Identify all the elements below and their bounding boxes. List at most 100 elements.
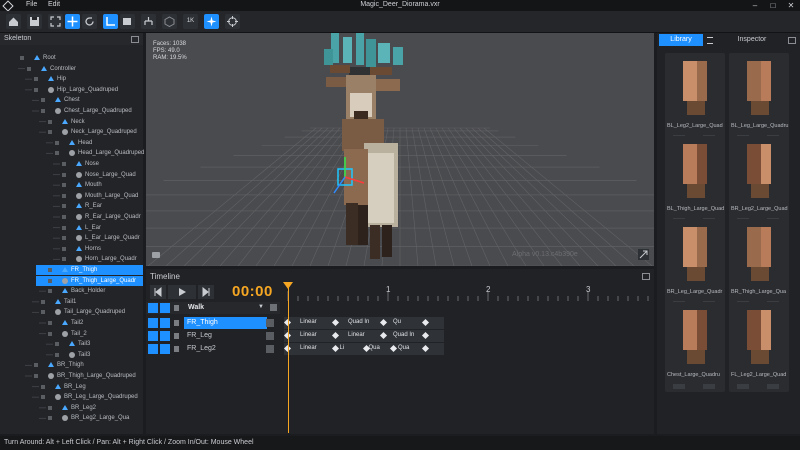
key-icon[interactable] bbox=[160, 318, 170, 328]
lock-icon[interactable] bbox=[174, 346, 179, 352]
camera-icon[interactable] bbox=[152, 252, 160, 258]
add-icon[interactable] bbox=[673, 384, 685, 389]
skip-end-button[interactable] bbox=[198, 285, 214, 299]
animation-dropdown-icon[interactable]: ▼ bbox=[258, 304, 264, 310]
library-item[interactable]: BL_Leg2_Large_Quad bbox=[665, 53, 725, 143]
lock-icon[interactable] bbox=[174, 320, 179, 326]
eye-icon[interactable] bbox=[148, 331, 158, 341]
lock-icon[interactable] bbox=[174, 305, 179, 311]
visibility-icon[interactable] bbox=[48, 130, 52, 135]
track-checkbox[interactable] bbox=[266, 345, 274, 353]
keyframe-icon[interactable] bbox=[421, 331, 430, 340]
skeleton-mesh-item[interactable]: BR_Thigh_Large_Quadruped bbox=[0, 371, 143, 381]
track-lane[interactable]: Linear Linear Quad In bbox=[283, 330, 444, 342]
expand-toggle-icon[interactable] bbox=[55, 140, 59, 145]
pivot-button[interactable] bbox=[204, 14, 219, 29]
library-item[interactable]: FL_Leg2_Large_Quad bbox=[729, 302, 789, 392]
track-checkbox[interactable] bbox=[266, 319, 274, 327]
rotate-tool-button[interactable] bbox=[82, 14, 97, 29]
time-ruler[interactable]: 1 2 3 bbox=[284, 281, 654, 301]
skeleton-mesh-item[interactable]: BR_Leg_Large_Quadruped bbox=[0, 392, 143, 402]
skeleton-bone-item[interactable]: BR_Leg2 bbox=[0, 403, 143, 413]
skeleton-bone-item[interactable]: Root bbox=[0, 53, 143, 63]
tab-inspector[interactable]: Inspector bbox=[719, 34, 785, 46]
timeline-undock-icon[interactable] bbox=[642, 273, 650, 280]
skeleton-mesh-item[interactable]: Head_Large_Quadruped bbox=[0, 148, 144, 158]
expand-toggle-icon[interactable] bbox=[20, 56, 24, 60]
visibility-icon[interactable] bbox=[62, 215, 66, 219]
animation-row[interactable]: Walk ▼ bbox=[146, 302, 280, 314]
eye-icon[interactable] bbox=[148, 303, 158, 313]
track-row[interactable]: FR_Thigh Linear Quad In Qu bbox=[146, 317, 654, 329]
expand-toggle-icon[interactable] bbox=[41, 98, 45, 103]
skeleton-bone-item[interactable]: Controller bbox=[0, 64, 143, 74]
library-item[interactable]: BR_Leg2_Large_Quad bbox=[729, 136, 789, 226]
close-button[interactable]: ✕ bbox=[782, 0, 800, 11]
skeleton-mesh-item[interactable]: BR_Leg2_Large_Qua bbox=[0, 413, 143, 423]
skeleton-bone-item[interactable]: Chest bbox=[0, 95, 143, 105]
expand-toggle-icon[interactable] bbox=[48, 268, 52, 272]
delete-icon[interactable] bbox=[767, 384, 779, 389]
skeleton-bone-item[interactable]: Mouth bbox=[0, 180, 143, 190]
lock-icon[interactable] bbox=[174, 333, 179, 339]
minimize-button[interactable]: – bbox=[746, 0, 764, 11]
skeleton-bone-item[interactable]: R_Ear bbox=[0, 201, 143, 211]
eye-icon[interactable] bbox=[148, 344, 158, 354]
bone-mode-button[interactable] bbox=[103, 14, 118, 29]
skeleton-bone-item[interactable]: Neck bbox=[0, 117, 143, 127]
visibility-icon[interactable] bbox=[62, 172, 66, 177]
skeleton-bone-item[interactable]: Hip bbox=[0, 74, 143, 84]
visibility-icon[interactable] bbox=[41, 109, 45, 113]
skeleton-bone-item[interactable]: L_Ear bbox=[0, 223, 143, 233]
skeleton-mesh-item[interactable]: Tail_Large_Quadruped bbox=[0, 307, 143, 317]
expand-toggle-icon[interactable] bbox=[34, 363, 38, 368]
hierarchy-button[interactable] bbox=[141, 14, 156, 29]
expand-toggle-icon[interactable] bbox=[62, 246, 66, 251]
skeleton-bone-item[interactable]: Nose bbox=[0, 159, 143, 169]
skeleton-mesh-item[interactable]: Mouth_Large_Quad bbox=[0, 191, 143, 201]
track-row[interactable]: FR_Leg2 Linear Li Qua Qua bbox=[146, 343, 654, 355]
tab-library[interactable]: Library bbox=[659, 34, 703, 46]
expand-toggle-icon[interactable] bbox=[41, 299, 45, 304]
play-button[interactable] bbox=[168, 285, 196, 299]
visibility-icon[interactable] bbox=[48, 416, 52, 421]
key-icon[interactable] bbox=[160, 344, 170, 354]
skeleton-mesh-item[interactable]: Tail_2 bbox=[0, 329, 143, 339]
fit-view-button[interactable] bbox=[48, 14, 63, 29]
library-item[interactable]: BR_Thigh_Large_Qua bbox=[729, 219, 789, 309]
library-undock-icon[interactable] bbox=[788, 37, 796, 44]
expand-toggle-icon[interactable] bbox=[55, 342, 59, 347]
keyframe-icon[interactable] bbox=[421, 344, 430, 353]
list-view-icon[interactable] bbox=[707, 37, 713, 44]
viewport-fullscreen-button[interactable] bbox=[638, 249, 649, 260]
playhead[interactable] bbox=[288, 283, 289, 433]
skeleton-undock-icon[interactable] bbox=[131, 36, 139, 43]
track-lane[interactable]: Linear Li Qua Qua bbox=[283, 343, 444, 355]
skeleton-bone-item[interactable]: Tail3 bbox=[0, 339, 143, 349]
keyframe-icon[interactable] bbox=[379, 318, 388, 327]
expand-toggle-icon[interactable] bbox=[62, 162, 66, 166]
expand-toggle-icon[interactable] bbox=[27, 66, 31, 71]
skeleton-bone-item[interactable]: BR_Thigh bbox=[0, 360, 143, 370]
expand-toggle-icon[interactable] bbox=[48, 289, 52, 294]
cube-button[interactable] bbox=[162, 14, 177, 29]
visibility-icon[interactable] bbox=[62, 193, 66, 198]
playhead-handle-icon[interactable] bbox=[283, 282, 294, 290]
expand-toggle-icon[interactable] bbox=[34, 77, 38, 82]
add-icon[interactable] bbox=[737, 384, 749, 389]
skeleton-mesh-item[interactable]: FR_Thigh_Large_Quadr bbox=[36, 275, 143, 286]
visibility-icon[interactable] bbox=[62, 236, 66, 241]
keyframe-icon[interactable] bbox=[389, 344, 398, 353]
expand-toggle-icon[interactable] bbox=[48, 119, 52, 124]
skeleton-mesh-item[interactable]: L_Ear_Large_Quadr bbox=[0, 233, 143, 243]
skeleton-bone-item[interactable]: BR_Leg bbox=[0, 382, 143, 392]
skeleton-mesh-item[interactable]: Tail3 bbox=[0, 350, 143, 360]
keyframe-icon[interactable] bbox=[331, 344, 340, 353]
library-item[interactable]: BL_Leg_Large_Quadru bbox=[729, 53, 789, 143]
library-item[interactable]: Chest_Large_Quadru bbox=[665, 302, 725, 392]
track-checkbox[interactable] bbox=[266, 332, 274, 340]
lod-button[interactable]: 1K bbox=[183, 14, 198, 29]
expand-toggle-icon[interactable] bbox=[48, 321, 52, 325]
viewport-3d[interactable]: Faces: 1038 FPS: 49.0 RAM: 19.5% Alpha v… bbox=[146, 33, 654, 266]
maximize-button[interactable]: □ bbox=[764, 0, 782, 11]
